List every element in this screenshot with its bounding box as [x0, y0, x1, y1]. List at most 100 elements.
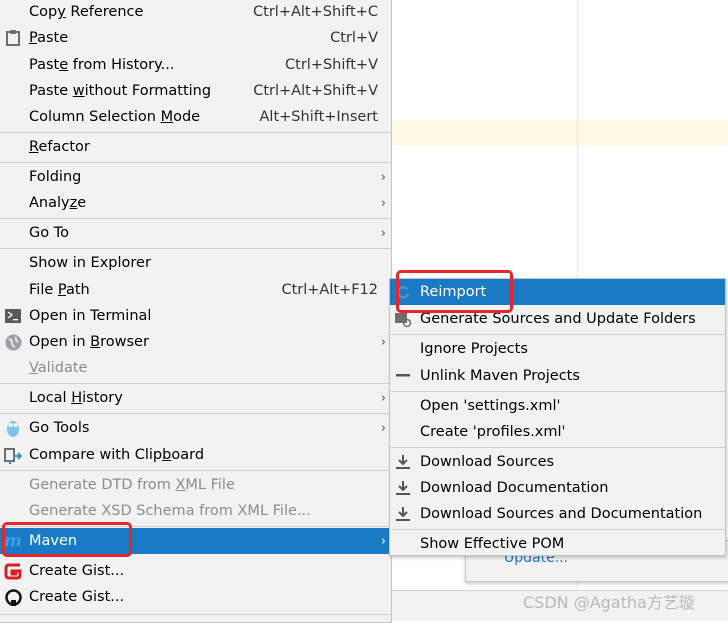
menu-separator: [0, 132, 391, 133]
shortcut-label: Ctrl+Alt+F12: [281, 282, 378, 298]
download-icon: [394, 453, 412, 471]
menu-item-create-profiles-xml[interactable]: Create 'profiles.xml': [390, 419, 725, 445]
watermark: CSDN @Agatha方艺璇: [523, 593, 695, 612]
menu-separator: [390, 529, 725, 530]
menu-item-label: Show in Explorer: [29, 255, 151, 271]
menu-item-label: Analyze: [29, 195, 87, 211]
menu-separator: [0, 470, 391, 471]
shortcut-label: Ctrl+V: [330, 30, 378, 46]
menu-item-open-in-terminal[interactable]: Open in Terminal: [0, 303, 391, 329]
menu-item-open-settings-xml[interactable]: Open 'settings.xml': [390, 393, 725, 419]
menu-item-label: Validate: [29, 360, 88, 376]
menu-separator: [0, 413, 391, 414]
menu-item-go-tools[interactable]: Go Tools ›: [0, 415, 391, 441]
menu-item-column-selection-mode[interactable]: Column Selection Mode Alt+Shift+Insert: [0, 104, 391, 130]
menu-item-label: Paste without Formatting: [29, 83, 212, 99]
menu-item-label: Show Effective POM: [420, 536, 565, 552]
menu-item-label: Paste from History...: [29, 57, 175, 73]
menu-item-generate-xsd-schema-from-xml-file[interactable]: Generate XSD Schema from XML File...: [0, 498, 391, 524]
menu-item-folding[interactable]: Folding ›: [0, 164, 391, 190]
menu-item-label: Open 'settings.xml': [420, 398, 561, 414]
menu-item-label: Download Sources: [420, 454, 555, 470]
menu-item-show-effective-pom[interactable]: Show Effective POM: [390, 531, 725, 557]
chevron-right-icon: ›: [380, 390, 386, 406]
menu-item-label: Local History: [29, 390, 123, 406]
menu-item-label: Download Sources and Documentation: [420, 506, 703, 522]
menu-item-generate-dtd-from-xml-file[interactable]: Generate DTD from XML File: [0, 472, 391, 498]
chevron-right-icon: ›: [380, 169, 386, 185]
menu-item-label: Generate XSD Schema from XML File...: [29, 503, 311, 519]
menu-separator: [390, 391, 725, 392]
menu-item-paste-without-formatting[interactable]: Paste without Formatting Ctrl+Alt+Shift+V: [0, 78, 391, 104]
menu-item-local-history[interactable]: Local History ›: [0, 385, 391, 411]
menu-item-open-in-browser[interactable]: Open in Browser ›: [0, 329, 391, 355]
menu-item-label: Copy Reference: [29, 4, 144, 20]
terminal-icon: [4, 307, 22, 325]
menu-separator: [390, 447, 725, 448]
chevron-right-icon: ›: [380, 334, 386, 350]
menu-item-file-path[interactable]: File Path Ctrl+Alt+F12: [0, 277, 391, 303]
menu-item-show-in-explorer[interactable]: Show in Explorer: [0, 250, 391, 276]
menu-item-label: Go Tools: [29, 420, 90, 436]
annotation-box-maven: [2, 522, 132, 557]
menu-item-refactor[interactable]: Refactor: [0, 134, 391, 160]
globe-icon: [4, 333, 22, 351]
menu-separator: [0, 162, 391, 163]
menu-item-label: Folding: [29, 169, 82, 185]
menu-item-label: Open in Browser: [29, 334, 149, 350]
menu-item-label: Generate DTD from XML File: [29, 477, 235, 493]
shortcut-label: Ctrl+Alt+Shift+V: [253, 83, 378, 99]
menu-item-create-gist[interactable]: Create Gist...: [0, 584, 391, 610]
download-icon: [394, 479, 412, 497]
minus-icon: [394, 367, 412, 385]
clipboard-icon: [4, 29, 22, 47]
chevron-right-icon: ›: [380, 195, 386, 211]
menu-item-compare-with-clipboard[interactable]: Compare with Clipboard: [0, 442, 391, 468]
menu-item-unlink-maven-projects[interactable]: Unlink Maven Projects: [390, 363, 725, 389]
current-line-highlight: [392, 120, 728, 145]
chevron-right-icon: ›: [380, 420, 386, 436]
menu-item-label: Compare with Clipboard: [29, 447, 205, 463]
menu-item-go-to[interactable]: Go To ›: [0, 220, 391, 246]
menu-item-label: Download Documentation: [420, 480, 609, 496]
menu-item-label: Unlink Maven Projects: [420, 368, 580, 384]
menu-item-paste-from-history[interactable]: Paste from History... Ctrl+Shift+V: [0, 52, 391, 78]
shortcut-label: Alt+Shift+Insert: [259, 109, 378, 125]
compare-icon: [4, 446, 22, 464]
menu-item-label: Refactor: [29, 139, 90, 155]
menu-item-label: Paste: [29, 30, 69, 46]
gitee-icon: [4, 562, 22, 580]
menu-item-label: Create Gist...: [29, 589, 125, 605]
chevron-right-icon: ›: [380, 225, 386, 241]
menu-item-copy-reference[interactable]: Copy Reference Ctrl+Alt+Shift+C: [0, 0, 391, 25]
menu-item-download-sources[interactable]: Download Sources: [390, 449, 725, 475]
menu-separator: [0, 383, 391, 384]
menu-item-label: File Path: [29, 282, 90, 298]
menu-item-download-sources-and-documentation[interactable]: Download Sources and Documentation: [390, 501, 725, 527]
shortcut-label: Ctrl+Shift+V: [285, 57, 378, 73]
download-icon: [394, 505, 412, 523]
menu-separator: [0, 614, 391, 615]
menu-item-label: Create Gist...: [29, 563, 125, 579]
menu-item-label: Create 'profiles.xml': [420, 424, 566, 440]
menu-separator: [0, 218, 391, 219]
maven-submenu: Reimport Generate Sources and Update Fold…: [389, 278, 726, 556]
menu-item-create-gist[interactable]: Create Gist...: [0, 558, 391, 584]
menu-separator: [0, 248, 391, 249]
menu-separator: [390, 334, 725, 335]
menu-item-label: Open in Terminal: [29, 308, 152, 324]
menu-item-validate[interactable]: Validate: [0, 355, 391, 381]
menu-item-ignore-projects[interactable]: Ignore Projects: [390, 336, 725, 362]
menu-item-download-documentation[interactable]: Download Documentation: [390, 475, 725, 501]
menu-item-paste[interactable]: Paste Ctrl+V: [0, 25, 391, 51]
menu-item-label: Generate Sources and Update Folders: [420, 311, 696, 327]
chevron-right-icon: ›: [380, 533, 386, 549]
menu-item-label: Go To: [29, 225, 69, 241]
menu-item-label: Column Selection Mode: [29, 109, 201, 125]
annotation-box-reimport: [396, 270, 513, 313]
menu-item-label: Ignore Projects: [420, 341, 528, 357]
menu-item-analyze[interactable]: Analyze ›: [0, 190, 391, 216]
shortcut-label: Ctrl+Alt+Shift+C: [253, 4, 378, 20]
github-icon: [4, 588, 22, 606]
gopher-icon: [4, 419, 22, 437]
